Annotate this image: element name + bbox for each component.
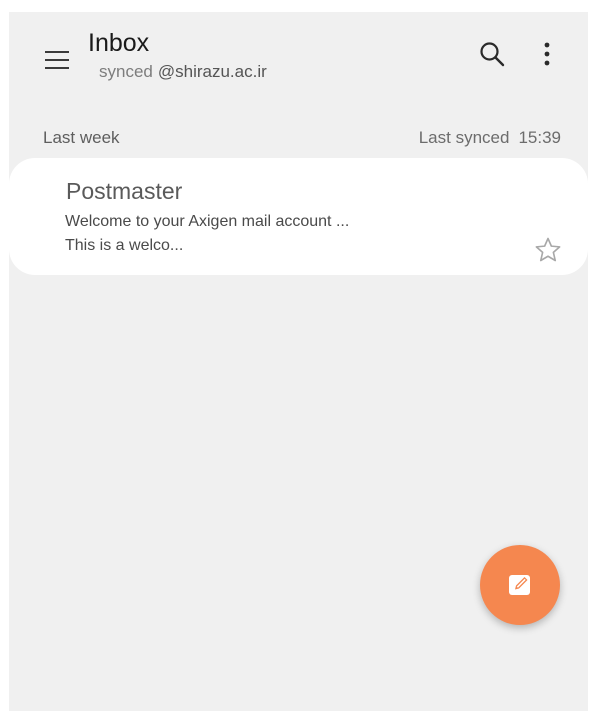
message-subject: Welcome to your Axigen mail account ...	[65, 213, 350, 230]
section-header: Last week Last synced 15:39	[43, 128, 561, 148]
more-options-button[interactable]	[532, 36, 562, 72]
search-button[interactable]	[472, 36, 512, 72]
hamburger-menu-icon	[45, 51, 69, 69]
page-title: Inbox	[88, 29, 150, 57]
mail-app-screen: Inbox synced @shirazu.ac.ir Last week La…	[9, 12, 588, 711]
last-synced-info: Last synced 15:39	[419, 128, 561, 148]
message-sender: Postmaster	[66, 178, 183, 204]
menu-button[interactable]	[37, 42, 77, 78]
compose-icon	[509, 575, 530, 595]
last-synced-label: Last synced	[418, 128, 510, 147]
sync-prefix: synced	[99, 62, 153, 81]
section-title: Last week	[43, 128, 120, 147]
message-preview: This is a welco...	[65, 237, 184, 254]
star-button[interactable]	[531, 233, 565, 267]
star-outline-icon	[535, 237, 561, 262]
account-sync-line: synced @shirazu.ac.ir	[99, 62, 267, 82]
search-icon	[480, 42, 505, 67]
account-email: @shirazu.ac.ir	[157, 62, 267, 81]
list-item[interactable]: Postmaster Welcome to your Axigen mail a…	[9, 158, 588, 275]
last-synced-time: 15:39	[518, 128, 561, 147]
compose-button[interactable]	[480, 545, 560, 625]
more-vertical-icon	[544, 42, 550, 66]
